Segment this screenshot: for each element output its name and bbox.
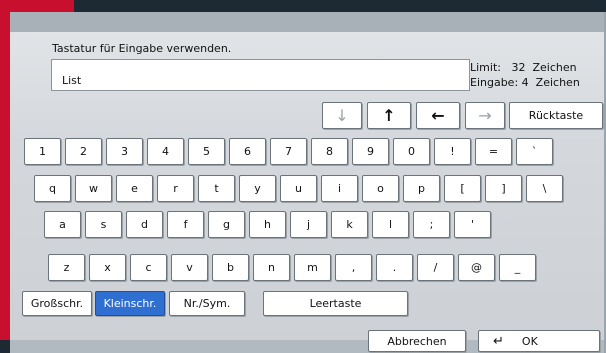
key-2[interactable]: 2 xyxy=(65,138,102,165)
key-x[interactable]: x xyxy=(89,254,126,281)
key-apostrophe[interactable]: ' xyxy=(454,211,491,238)
arrow-down-icon: ↓ xyxy=(335,106,349,125)
key-semicolon[interactable]: ; xyxy=(413,211,450,238)
key-1[interactable]: 1 xyxy=(24,138,61,165)
key-d[interactable]: d xyxy=(126,211,163,238)
entry-unit: Zeichen xyxy=(535,76,580,89)
key-g[interactable]: g xyxy=(208,211,245,238)
key-comma[interactable]: , xyxy=(335,254,372,281)
arrow-right-icon: → xyxy=(478,106,492,125)
key-h[interactable]: h xyxy=(249,211,286,238)
limit-label: Limit: xyxy=(470,61,501,74)
key-exclamation[interactable]: ! xyxy=(434,138,471,165)
panel-header xyxy=(10,12,604,32)
key-p[interactable]: p xyxy=(403,175,440,202)
cursor-right-button[interactable]: → xyxy=(465,102,505,129)
key-l[interactable]: l xyxy=(372,211,409,238)
top-bar-accent xyxy=(0,0,74,12)
limit-info: Limit: 32 Zeichen Eingabe: 4 Zeichen xyxy=(470,60,580,90)
entry-value: 4 xyxy=(521,76,529,89)
key-backtick[interactable]: ` xyxy=(516,138,553,165)
key-right-bracket[interactable]: ] xyxy=(485,175,522,202)
key-3[interactable]: 3 xyxy=(106,138,143,165)
lowercase-mode-button[interactable]: Kleinschr. xyxy=(95,291,165,316)
key-backslash[interactable]: \ xyxy=(526,175,563,202)
key-t[interactable]: t xyxy=(198,175,235,202)
key-o[interactable]: o xyxy=(362,175,399,202)
key-r[interactable]: r xyxy=(157,175,194,202)
key-underscore[interactable]: _ xyxy=(499,254,536,281)
key-q[interactable]: q xyxy=(34,175,71,202)
key-i[interactable]: i xyxy=(321,175,358,202)
key-v[interactable]: v xyxy=(171,254,208,281)
key-7[interactable]: 7 xyxy=(270,138,307,165)
backspace-button[interactable]: Rücktaste xyxy=(509,102,603,129)
top-bar xyxy=(0,0,606,12)
key-m[interactable]: m xyxy=(294,254,331,281)
text-input-field[interactable]: List xyxy=(51,59,470,91)
enter-icon: ↵ xyxy=(493,333,504,349)
key-6[interactable]: 6 xyxy=(229,138,266,165)
key-u[interactable]: u xyxy=(280,175,317,202)
key-at[interactable]: @ xyxy=(458,254,495,281)
ok-label: OK xyxy=(521,334,538,348)
number-symbol-mode-button[interactable]: Nr./Sym. xyxy=(169,291,245,316)
key-c[interactable]: c xyxy=(130,254,167,281)
cursor-down-button[interactable]: ↓ xyxy=(322,102,362,129)
key-left-bracket[interactable]: [ xyxy=(444,175,481,202)
arrow-up-icon: ↑ xyxy=(382,106,396,125)
left-accent-stripe xyxy=(0,12,10,353)
key-0[interactable]: 0 xyxy=(393,138,430,165)
limit-value: 32 xyxy=(511,61,526,74)
uppercase-mode-button[interactable]: Großschr. xyxy=(22,291,92,316)
cancel-button[interactable]: Abbrechen xyxy=(368,330,466,352)
key-n[interactable]: n xyxy=(253,254,290,281)
key-w[interactable]: w xyxy=(75,175,112,202)
key-f[interactable]: f xyxy=(167,211,204,238)
space-button[interactable]: Leertaste xyxy=(263,291,408,316)
key-z[interactable]: z xyxy=(48,254,85,281)
key-k[interactable]: k xyxy=(331,211,368,238)
key-e[interactable]: e xyxy=(116,175,153,202)
keyboard-prompt: Tastatur für Eingabe verwenden. xyxy=(52,42,232,55)
key-5[interactable]: 5 xyxy=(188,138,225,165)
ok-button[interactable]: ↵ OK xyxy=(478,330,600,352)
key-equals[interactable]: = xyxy=(475,138,512,165)
entry-label: Eingabe: xyxy=(470,76,519,89)
limit-unit: Zeichen xyxy=(532,61,577,74)
cursor-up-button[interactable]: ↑ xyxy=(367,102,411,129)
key-y[interactable]: y xyxy=(239,175,276,202)
key-period[interactable]: . xyxy=(376,254,413,281)
key-8[interactable]: 8 xyxy=(311,138,348,165)
bottom-left-corner xyxy=(0,340,10,353)
key-j[interactable]: j xyxy=(290,211,327,238)
key-s[interactable]: s xyxy=(85,211,122,238)
key-4[interactable]: 4 xyxy=(147,138,184,165)
key-slash[interactable]: / xyxy=(417,254,454,281)
key-a[interactable]: a xyxy=(44,211,81,238)
cursor-left-button[interactable]: ← xyxy=(416,102,460,129)
key-9[interactable]: 9 xyxy=(352,138,389,165)
key-b[interactable]: b xyxy=(212,254,249,281)
arrow-left-icon: ← xyxy=(431,106,445,125)
